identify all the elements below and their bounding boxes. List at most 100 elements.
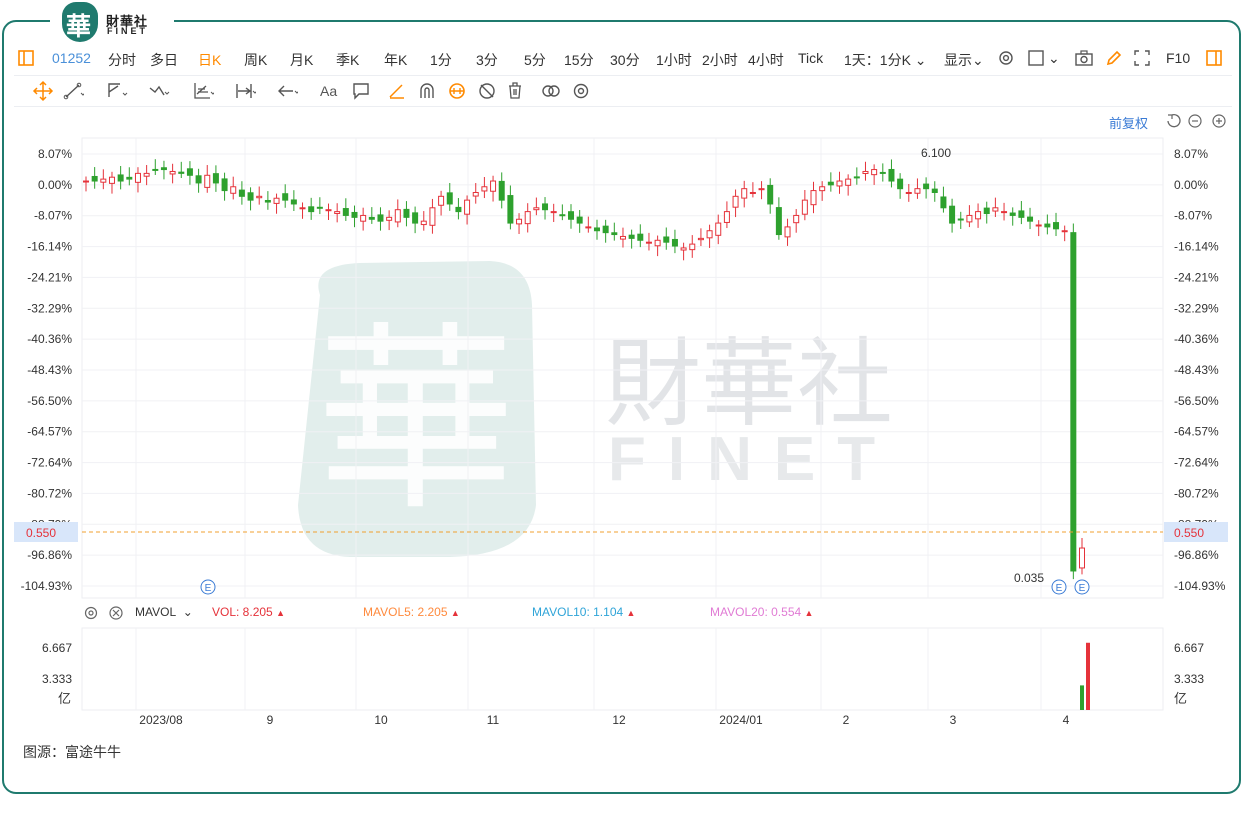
high-price-label: 6.100 — [921, 146, 951, 160]
candle-body — [966, 214, 973, 223]
candle-body — [117, 174, 124, 182]
candle-body — [100, 178, 107, 183]
candle-body — [178, 171, 185, 174]
volume-indicator-select[interactable]: MAVOL ⌄ — [135, 605, 193, 619]
candle-body — [810, 190, 817, 206]
candle-body — [186, 168, 193, 176]
candle-body — [143, 172, 150, 177]
candle-body — [715, 222, 722, 236]
candle-body — [282, 193, 289, 201]
candle-body — [845, 178, 852, 186]
close-icon[interactable] — [109, 606, 123, 620]
candle-body — [152, 168, 159, 171]
candle-body — [195, 175, 202, 184]
candle-body — [91, 175, 98, 182]
candle-body — [230, 186, 237, 194]
time-axis-label: 11 — [487, 713, 500, 727]
candle-body — [472, 191, 479, 197]
price-axis-label: -104.93% — [21, 579, 73, 593]
time-axis-label: 2024/01 — [719, 713, 763, 727]
candle-body — [931, 188, 938, 193]
volume-axis-label-right: 3.333 — [1174, 672, 1204, 686]
candle-body — [871, 169, 878, 176]
candle-body — [940, 196, 947, 209]
candle-body — [126, 176, 133, 180]
candle-body — [559, 214, 566, 217]
price-axis-label: -80.72% — [27, 486, 72, 500]
candle-body — [273, 197, 280, 204]
candle-body — [403, 208, 410, 218]
candle-body — [914, 188, 921, 194]
kline-chart[interactable]: 8.07% 8.07% 0.00% 0.00% -8.07% -8.07% -16.14% -… — [0, 0, 1243, 740]
candle-body — [1035, 224, 1042, 227]
candle-body — [637, 233, 644, 241]
mavol20-value: MAVOL20: 0.554 ▲ — [710, 605, 814, 619]
candle-body — [957, 218, 964, 221]
candle-body — [83, 180, 89, 183]
gear-icon[interactable] — [84, 606, 98, 620]
candle-body — [611, 232, 618, 236]
price-axis-label-right: -56.50% — [1174, 394, 1219, 408]
candle-body — [645, 241, 652, 244]
candle-body — [316, 206, 323, 209]
candle-body — [134, 172, 141, 183]
candle-body — [507, 195, 514, 224]
candle-body — [888, 168, 895, 182]
candle-body — [576, 216, 583, 224]
time-axis-label: 9 — [267, 713, 274, 727]
time-axis-label: 12 — [612, 713, 626, 727]
current-price-value-left: 0.550 — [26, 526, 56, 540]
time-axis-label: 3 — [950, 713, 957, 727]
price-axis-label-right: 8.07% — [1174, 147, 1208, 161]
candle-body — [697, 237, 704, 241]
candle-body — [1070, 232, 1077, 572]
volume-tools — [84, 606, 123, 620]
current-price-value-right: 0.550 — [1174, 526, 1204, 540]
candle-body — [767, 184, 774, 205]
candle-body — [308, 206, 315, 213]
event-marker-label: E — [1079, 583, 1086, 594]
volume-axis-label: 3.333 — [42, 672, 72, 686]
time-axis-label: 2023/08 — [139, 713, 183, 727]
price-axis-label-right: -40.36% — [1174, 332, 1219, 346]
candle-body — [992, 207, 999, 212]
candle-body — [108, 176, 115, 184]
candle-body — [732, 195, 739, 208]
candle-body — [775, 207, 782, 236]
candle-body — [741, 188, 748, 199]
candle-body — [429, 207, 436, 226]
time-axis-label: 2 — [843, 713, 850, 727]
candle-body — [784, 226, 791, 238]
candle-body — [1027, 216, 1034, 222]
candle-body — [342, 208, 349, 216]
candle-body — [801, 199, 808, 215]
price-axis-label-right: -80.72% — [1174, 486, 1219, 500]
candle-body — [949, 205, 956, 224]
candle-body — [481, 186, 488, 192]
candle-body — [793, 214, 800, 224]
event-marker-label: E — [1056, 583, 1063, 594]
candle-body — [923, 183, 930, 190]
candle-body — [853, 176, 860, 179]
candle-body — [1079, 547, 1085, 569]
vol-value: VOL: 8.205 ▲ — [212, 605, 285, 619]
price-axis-label: -48.43% — [27, 363, 72, 377]
mavol10-value: MAVOL10: 1.104 ▲ — [532, 605, 636, 619]
candle-body — [464, 199, 471, 215]
price-axis-label-right: 0.00% — [1174, 178, 1208, 192]
price-axis-label-right: -8.07% — [1174, 209, 1212, 223]
candle-body — [1018, 210, 1025, 218]
candle-body — [420, 220, 427, 226]
candle-body — [1044, 223, 1051, 228]
candle-body — [212, 173, 219, 184]
candle-body — [1061, 230, 1068, 233]
price-axis-label-right: -64.57% — [1174, 425, 1219, 439]
mavol5-value: MAVOL5: 2.205 ▲ — [363, 605, 460, 619]
candle-body — [758, 188, 765, 191]
candle-body — [836, 180, 843, 187]
price-axis-label: -24.21% — [27, 270, 72, 284]
candle-body — [602, 225, 609, 234]
candle-body — [160, 167, 167, 171]
candle-body — [706, 230, 713, 239]
candle-body — [983, 207, 990, 215]
